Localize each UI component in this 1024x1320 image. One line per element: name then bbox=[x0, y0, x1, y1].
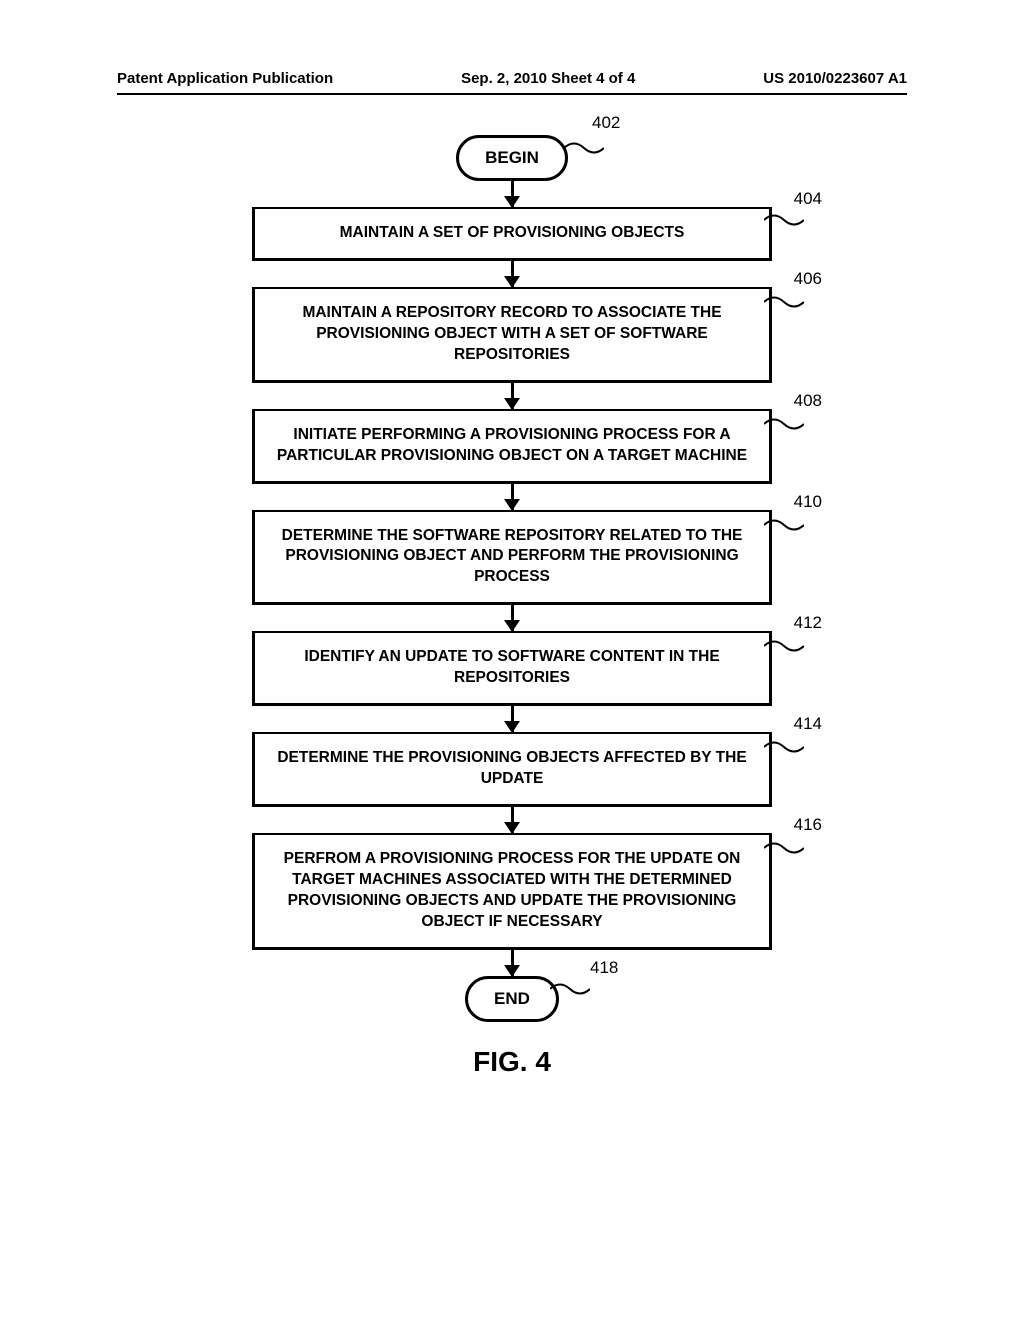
terminator-end: END bbox=[465, 976, 559, 1022]
process-step-404: MAINTAIN A SET OF PROVISIONING OBJECTS bbox=[252, 207, 772, 261]
header-right: US 2010/0223607 A1 bbox=[763, 70, 907, 87]
ref-curve-icon bbox=[764, 637, 804, 655]
process-step-410: DETERMINE THE SOFTWARE REPOSITORY RELATE… bbox=[252, 510, 772, 606]
arrow-icon bbox=[511, 484, 514, 510]
arrow-icon bbox=[511, 181, 514, 207]
ref-410: 410 bbox=[794, 492, 822, 512]
arrow-icon bbox=[511, 605, 514, 631]
ref-curve-icon bbox=[764, 516, 804, 534]
process-step-408: INITIATE PERFORMING A PROVISIONING PROCE… bbox=[252, 409, 772, 484]
ref-curve-icon bbox=[764, 738, 804, 756]
ref-curve-icon bbox=[764, 415, 804, 433]
ref-curve-icon bbox=[764, 839, 804, 857]
page-header: Patent Application Publication Sep. 2, 2… bbox=[117, 70, 907, 95]
ref-curve-icon bbox=[550, 980, 590, 998]
process-step-412: IDENTIFY AN UPDATE TO SOFTWARE CONTENT I… bbox=[252, 631, 772, 706]
flowchart: BEGIN 402 MAINTAIN A SET OF PROVISIONING… bbox=[232, 135, 792, 1022]
arrow-icon bbox=[511, 807, 514, 833]
figure-caption: FIG. 4 bbox=[117, 1046, 907, 1078]
ref-curve-icon bbox=[564, 139, 604, 157]
process-step-414: DETERMINE THE PROVISIONING OBJECTS AFFEC… bbox=[252, 732, 772, 807]
ref-curve-icon bbox=[764, 293, 804, 311]
header-center: Sep. 2, 2010 Sheet 4 of 4 bbox=[461, 70, 635, 87]
terminator-begin: BEGIN bbox=[456, 135, 568, 181]
ref-414: 414 bbox=[794, 714, 822, 734]
process-step-416: PERFROM A PROVISIONING PROCESS FOR THE U… bbox=[252, 833, 772, 950]
arrow-icon bbox=[511, 706, 514, 732]
ref-406: 406 bbox=[794, 269, 822, 289]
arrow-icon bbox=[511, 261, 514, 287]
ref-402: 402 bbox=[592, 113, 620, 133]
process-step-406: MAINTAIN A REPOSITORY RECORD TO ASSOCIAT… bbox=[252, 287, 772, 383]
ref-412: 412 bbox=[794, 613, 822, 633]
ref-416: 416 bbox=[794, 815, 822, 835]
arrow-icon bbox=[511, 950, 514, 976]
ref-408: 408 bbox=[794, 391, 822, 411]
ref-418: 418 bbox=[590, 958, 618, 978]
ref-curve-icon bbox=[764, 211, 804, 229]
arrow-icon bbox=[511, 383, 514, 409]
header-left: Patent Application Publication bbox=[117, 70, 333, 87]
ref-404: 404 bbox=[794, 189, 822, 209]
